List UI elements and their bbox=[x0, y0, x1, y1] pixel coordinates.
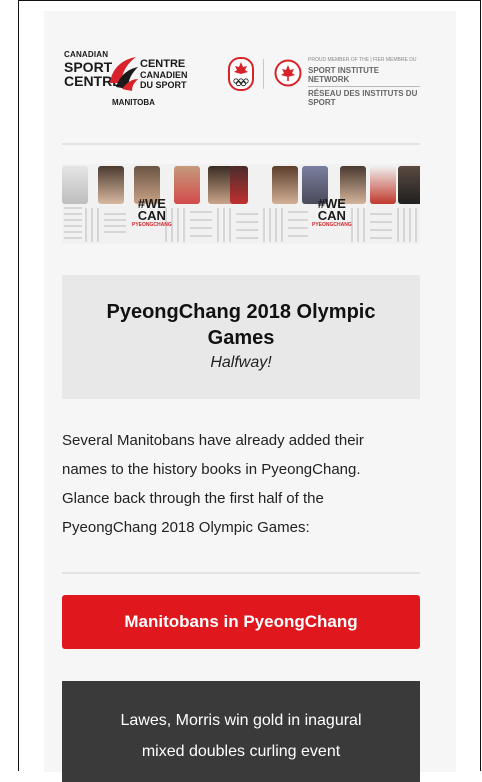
olympic-committee-icon[interactable] bbox=[228, 57, 254, 91]
athlete-photo bbox=[272, 166, 298, 204]
sin-name-en: SPORT INSTITUTE NETWORK bbox=[308, 65, 380, 84]
header-logos: CANADIAN SPORT CENTRE CENTRE CANADIEN DU… bbox=[62, 49, 420, 109]
intro-line: Several Manitobans have already added th… bbox=[62, 432, 364, 449]
csc-line-sport: SPORT bbox=[64, 59, 113, 75]
intro-paragraph: Several Manitobans have already added th… bbox=[62, 426, 420, 542]
email-frame: CANADIAN SPORT CENTRE CENTRE CANADIEN DU… bbox=[18, 0, 481, 782]
manitobans-in-pyeongchang-button[interactable]: Manitobans in PyeongChang bbox=[62, 595, 420, 649]
tag-pyeongchang: PYEONGCHANG bbox=[132, 221, 172, 228]
tag-can: CAN bbox=[317, 208, 346, 224]
title-box: PyeongChang 2018 Olympic Games Halfway! bbox=[62, 275, 420, 399]
divider-top bbox=[62, 143, 420, 145]
sin-proud-member: PROUD MEMBER OF THE | FIER MEMBRE DU bbox=[308, 57, 417, 63]
wecan-banner-image[interactable]: #WE CAN PYEONGCHANG #WE CAN PYEONGCHANG bbox=[62, 164, 420, 244]
news-headline-box[interactable]: Lawes, Morris win gold in inagural mixed… bbox=[62, 681, 420, 782]
article-title: PyeongChang 2018 Olympic Games bbox=[106, 301, 376, 349]
wecan-tag: #WE CAN PYEONGCHANG bbox=[132, 197, 172, 228]
sin-name-fr: RÉSEAU DES INSTITUTS DU SPORT bbox=[308, 86, 420, 107]
csc-line-centre: CENTRE bbox=[64, 73, 122, 89]
athlete-photo bbox=[62, 166, 88, 204]
tag-pyeongchang: PYEONGCHANG bbox=[312, 221, 352, 228]
csc-english-name: CANADIAN SPORT CENTRE bbox=[64, 50, 122, 89]
newsletter-card: CANADIAN SPORT CENTRE CENTRE CANADIEN DU… bbox=[44, 11, 456, 782]
intro-line: names to the history books in PyeongChan… bbox=[62, 461, 361, 478]
csc-swoosh-icon bbox=[110, 57, 138, 91]
csc-region-label: MANITOBA bbox=[112, 98, 155, 107]
wecan-tag: #WE CAN PYEONGCHANG bbox=[312, 197, 352, 228]
intro-line: PyeongChang 2018 Olympic Games: bbox=[62, 519, 310, 536]
csc-line-canadien: CANADIEN bbox=[140, 70, 188, 80]
athlete-photo bbox=[398, 166, 420, 204]
csc-french-name: CENTRE CANADIEN DU SPORT bbox=[140, 59, 188, 90]
athlete-photo bbox=[370, 166, 396, 204]
logo-divider bbox=[263, 59, 264, 89]
athlete-photo bbox=[98, 166, 124, 204]
csc-line-dusport: DU SPORT bbox=[140, 80, 187, 90]
csc-line-canadian: CANADIAN bbox=[64, 50, 109, 59]
sport-institute-network-text: PROUD MEMBER OF THE | FIER MEMBRE DU SPO… bbox=[308, 57, 420, 108]
csc-manitoba-logo[interactable]: CANADIAN SPORT CENTRE CENTRE CANADIEN DU… bbox=[64, 51, 204, 109]
news-headline: Lawes, Morris win gold in inagural mixed… bbox=[62, 681, 420, 767]
athlete-photo bbox=[174, 166, 200, 204]
news-headline-line: Lawes, Morris win gold in inagural bbox=[120, 712, 362, 729]
sport-institute-network-icon[interactable] bbox=[274, 59, 302, 87]
intro-line: Glance back through the first half of th… bbox=[62, 490, 324, 507]
article-subtitle: Halfway! bbox=[210, 354, 272, 371]
news-headline-line: mixed doubles curling event bbox=[141, 743, 341, 760]
divider-middle bbox=[62, 572, 420, 574]
athlete-photo bbox=[230, 166, 248, 204]
tag-can: CAN bbox=[137, 208, 166, 224]
csc-line-centre-fr: CENTRE bbox=[140, 58, 186, 70]
